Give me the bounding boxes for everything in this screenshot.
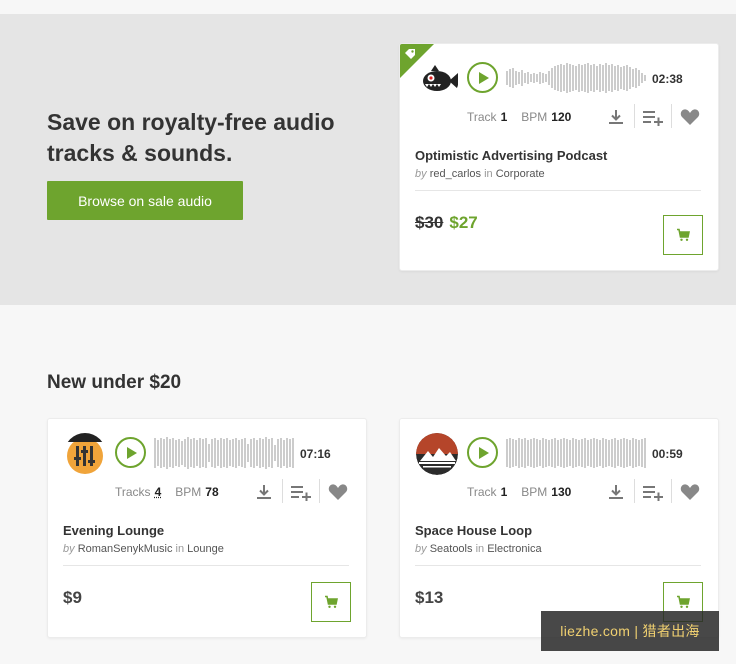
bpm-label: BPM bbox=[521, 485, 548, 499]
play-button[interactable] bbox=[467, 437, 498, 468]
waveform[interactable] bbox=[154, 435, 296, 471]
cart-icon bbox=[677, 228, 690, 241]
cart-icon bbox=[325, 595, 338, 608]
add-to-cart-button[interactable] bbox=[311, 582, 351, 622]
play-icon bbox=[479, 71, 489, 84]
item-card: 00:59 Track 1 BPM 130 Space House Loop by S… bbox=[399, 418, 719, 638]
category-link[interactable]: Corporate bbox=[496, 168, 545, 180]
add-to-playlist-icon bbox=[643, 111, 663, 126]
bpm-value: 130 bbox=[551, 485, 572, 499]
waveform[interactable] bbox=[506, 60, 648, 96]
top-strip bbox=[0, 0, 736, 14]
item-card: 07:16 Tracks 4 BPM 78 Evening Lounge by Rom… bbox=[47, 418, 367, 638]
add-to-playlist-button[interactable] bbox=[642, 481, 664, 503]
download-button[interactable] bbox=[605, 481, 627, 503]
track-count: 1 bbox=[500, 110, 508, 124]
track-label: Track bbox=[467, 485, 497, 499]
add-to-playlist-icon bbox=[643, 486, 663, 501]
add-to-cart-button[interactable] bbox=[663, 215, 703, 255]
add-to-playlist-icon bbox=[291, 486, 311, 501]
play-button[interactable] bbox=[467, 62, 498, 93]
item-byline: by Seatools in Electronica bbox=[415, 543, 542, 555]
author-link[interactable]: RomanSenykMusic bbox=[78, 543, 173, 555]
divider bbox=[282, 479, 283, 503]
favorite-button[interactable] bbox=[679, 106, 701, 128]
divider bbox=[415, 565, 701, 566]
track-count[interactable]: 4 bbox=[155, 485, 162, 499]
category-link[interactable]: Lounge bbox=[187, 543, 224, 555]
author-avatar[interactable] bbox=[64, 433, 106, 475]
section-title: New under $20 bbox=[47, 372, 182, 393]
site-watermark: liezhe.com | 猎者出海 bbox=[541, 611, 719, 651]
price: $30 $27 bbox=[415, 213, 478, 233]
download-icon bbox=[257, 485, 271, 499]
original-price: $30 bbox=[415, 213, 444, 232]
track-meta: Track 1 BPM 130 bbox=[467, 485, 571, 499]
divider bbox=[634, 479, 635, 503]
item-byline: by RomanSenykMusic in Lounge bbox=[63, 543, 224, 555]
track-label: Track bbox=[467, 110, 497, 124]
sale-tag-icon bbox=[405, 49, 415, 59]
duration: 02:38 bbox=[652, 72, 683, 86]
add-to-playlist-button[interactable] bbox=[642, 106, 664, 128]
divider bbox=[634, 104, 635, 128]
download-button[interactable] bbox=[605, 106, 627, 128]
current-price: $9 bbox=[63, 588, 82, 607]
item-title[interactable]: Evening Lounge bbox=[63, 523, 164, 538]
divider bbox=[319, 479, 320, 503]
divider bbox=[415, 190, 701, 191]
duration: 07:16 bbox=[300, 447, 331, 461]
heart-icon bbox=[680, 109, 700, 125]
current-price: $13 bbox=[415, 588, 444, 607]
divider bbox=[671, 479, 672, 503]
browse-on-sale-button[interactable]: Browse on sale audio bbox=[47, 181, 243, 220]
category-link[interactable]: Electronica bbox=[487, 543, 541, 555]
author-link[interactable]: Seatools bbox=[430, 543, 473, 555]
author-link[interactable]: red_carlos bbox=[430, 168, 481, 180]
favorite-button[interactable] bbox=[679, 481, 701, 503]
hero-title: Save on royalty-free audio tracks & soun… bbox=[47, 109, 335, 166]
heart-icon bbox=[328, 484, 348, 500]
author-avatar[interactable] bbox=[417, 58, 459, 100]
play-icon bbox=[127, 446, 137, 459]
track-meta: Tracks 4 BPM 78 bbox=[115, 485, 219, 499]
price: $13 bbox=[415, 588, 443, 608]
author-avatar[interactable] bbox=[416, 433, 458, 475]
waveform[interactable] bbox=[506, 435, 648, 471]
item-byline: by red_carlos in Corporate bbox=[415, 168, 545, 180]
price: $9 bbox=[63, 588, 82, 608]
bpm-label: BPM bbox=[521, 110, 548, 124]
bpm-value: 120 bbox=[551, 110, 572, 124]
item-title[interactable]: Optimistic Advertising Podcast bbox=[415, 148, 607, 163]
item-title[interactable]: Space House Loop bbox=[415, 523, 532, 538]
favorite-button[interactable] bbox=[327, 481, 349, 503]
heart-icon bbox=[680, 484, 700, 500]
divider bbox=[63, 565, 349, 566]
track-meta: Track 1 BPM 120 bbox=[467, 110, 571, 124]
sale-price: $27 bbox=[449, 213, 478, 232]
play-icon bbox=[479, 446, 489, 459]
bpm-value: 78 bbox=[205, 485, 219, 499]
download-icon bbox=[609, 110, 623, 124]
download-button[interactable] bbox=[253, 481, 275, 503]
divider bbox=[671, 104, 672, 128]
featured-item-card: 02:38 Track 1 BPM 120 Optimistic Advertisin… bbox=[399, 43, 719, 271]
track-label: Tracks bbox=[115, 485, 151, 499]
cart-icon bbox=[677, 595, 690, 608]
track-count: 1 bbox=[500, 485, 508, 499]
play-button[interactable] bbox=[115, 437, 146, 468]
duration: 00:59 bbox=[652, 447, 683, 461]
download-icon bbox=[609, 485, 623, 499]
bpm-label: BPM bbox=[175, 485, 202, 499]
add-to-playlist-button[interactable] bbox=[290, 481, 312, 503]
